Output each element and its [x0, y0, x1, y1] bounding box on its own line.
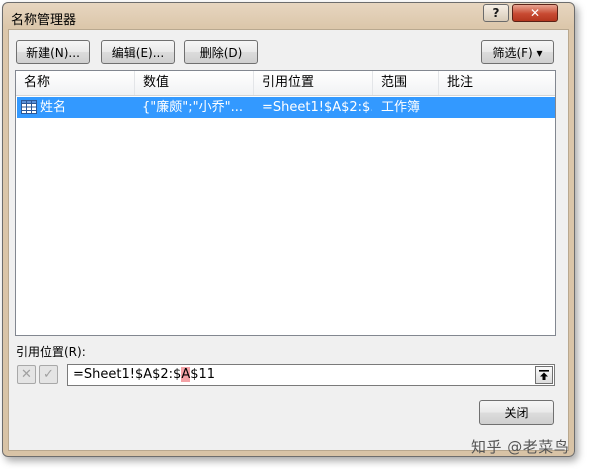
table-row[interactable]: 姓名 {"廉颇";"小乔"... =Sheet1!$A$2:$... 工作簿	[17, 97, 555, 118]
filter-button[interactable]: 筛选(F) ▾	[481, 40, 554, 64]
row-comment	[447, 97, 547, 118]
window-close-button[interactable]: ✕	[512, 4, 558, 22]
names-list[interactable]: 名称 数值 引用位置 范围 批注 姓名 {"廉颇";"小乔"... =Sheet…	[15, 70, 556, 336]
refers-to-text-highlight: A	[181, 367, 191, 382]
new-button[interactable]: 新建(N)...	[16, 40, 90, 64]
help-button[interactable]: ?	[483, 4, 509, 22]
dialog-body: 新建(N)... 编辑(E)... 删除(D) 筛选(F) ▾ 名称 数值 引用…	[8, 29, 569, 451]
refers-to-text-start: =Sheet1!$A$2:$	[73, 367, 182, 382]
row-name: 姓名	[40, 100, 67, 115]
collapse-arrow-icon	[539, 370, 549, 380]
column-header-name[interactable]: 名称	[16, 71, 135, 95]
title-bar[interactable]: 名称管理器 ? ✕	[3, 3, 574, 31]
refers-to-label: 引用位置(R):	[16, 345, 86, 359]
close-button[interactable]: 关闭	[479, 400, 554, 425]
refers-to-field[interactable]: =Sheet1!$A$2:$A$11	[67, 364, 555, 386]
cancel-edit-button[interactable]: ✕	[17, 365, 36, 384]
name-manager-dialog: 名称管理器 ? ✕ 新建(N)... 编辑(E)... 删除(D) 筛选(F) …	[2, 2, 575, 457]
delete-button[interactable]: 删除(D)	[184, 40, 258, 64]
collapse-dialog-button[interactable]	[535, 366, 553, 384]
column-header-refers-to[interactable]: 引用位置	[254, 71, 373, 95]
edit-button[interactable]: 编辑(E)...	[101, 40, 175, 64]
column-header-comment[interactable]: 批注	[439, 71, 555, 95]
row-refers-to: =Sheet1!$A$2:$...	[262, 100, 372, 115]
row-value: {"廉颇";"小乔"...	[142, 100, 243, 115]
window-title: 名称管理器	[11, 13, 77, 28]
column-header-scope[interactable]: 范围	[373, 71, 439, 95]
column-header-value[interactable]: 数值	[135, 71, 254, 95]
list-header: 名称 数值 引用位置 范围 批注	[16, 71, 555, 96]
row-scope: 工作簿	[381, 100, 421, 115]
watermark-text: 知乎 @老菜鸟	[471, 438, 570, 456]
confirm-edit-button[interactable]: ✓	[39, 365, 58, 384]
named-range-icon	[21, 100, 37, 114]
refers-to-text-end: $11	[190, 367, 216, 382]
